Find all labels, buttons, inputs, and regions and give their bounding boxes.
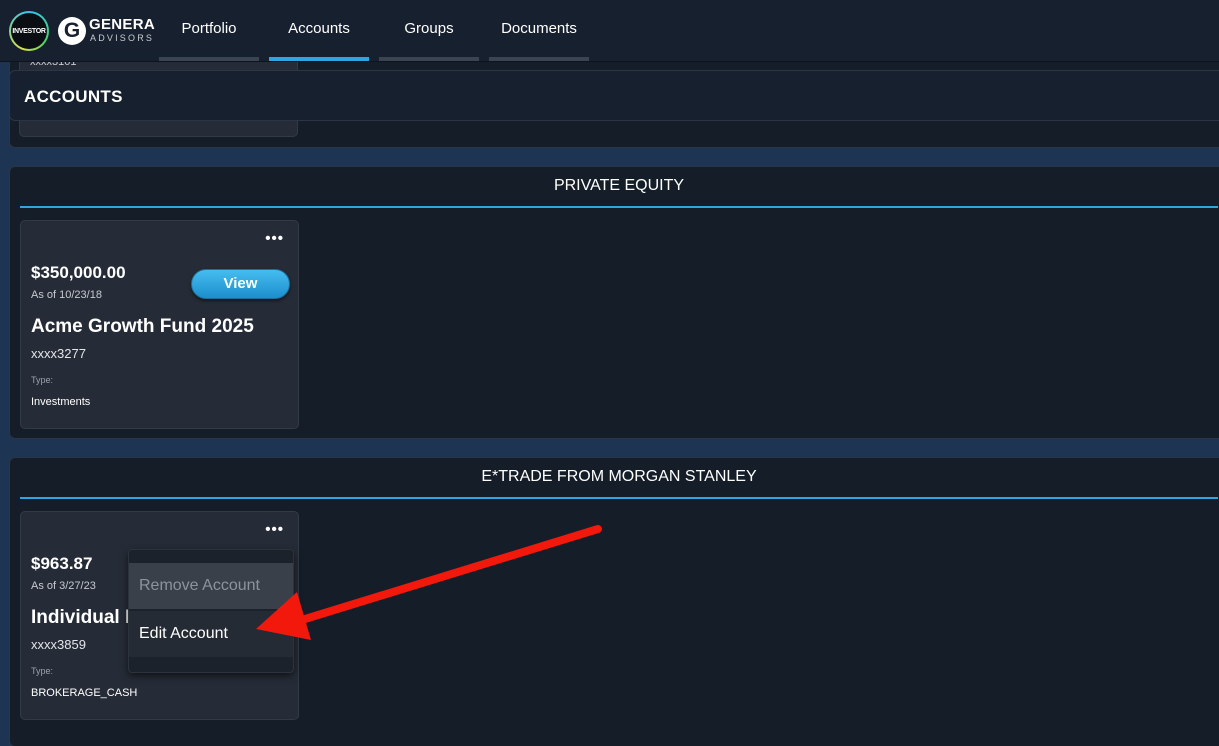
view-button[interactable]: View <box>191 269 290 299</box>
account-type-value: Investments <box>31 396 91 408</box>
accounts-header: ACCOUNTS <box>9 70 1219 121</box>
account-type-label: Type: <box>31 666 54 676</box>
top-nav-bar: INVESTOR G GENERA ADVISORS Portfolio Acc… <box>0 0 1219 62</box>
tab-accounts[interactable]: Accounts <box>269 0 369 62</box>
account-type-value: BROKERAGE_CASH <box>31 687 138 699</box>
account-type-label: Type: <box>31 375 54 385</box>
investor-badge-logo[interactable]: INVESTOR <box>9 11 49 51</box>
tab-portfolio[interactable]: Portfolio <box>159 0 259 62</box>
account-number: xxxx3277 <box>31 346 86 361</box>
balance-date: As of 3/27/23 <box>31 580 96 592</box>
edit-account-menu-item[interactable]: Edit Account <box>129 611 293 657</box>
account-card: ••• $350,000.00 As of 10/23/18 View Acme… <box>20 220 299 429</box>
group-panel-private-equity: PRIVATE EQUITY ••• $350,000.00 As of 10/… <box>9 166 1219 439</box>
group-title: PRIVATE EQUITY <box>20 167 1218 208</box>
tab-groups-label: Groups <box>404 20 454 37</box>
brand-name: GENERA <box>89 16 155 33</box>
investor-badge-text: INVESTOR <box>11 13 47 49</box>
account-name: Acme Growth Fund 2025 <box>31 316 254 337</box>
brand-subtitle: ADVISORS <box>90 33 155 43</box>
brand-logo-icon: G <box>58 17 86 45</box>
account-balance: $350,000.00 <box>31 263 126 282</box>
group-title: E*TRADE FROM MORGAN STANLEY <box>20 458 1218 499</box>
tab-documents-label: Documents <box>501 20 577 37</box>
tab-portfolio-label: Portfolio <box>181 20 237 37</box>
account-actions-menu: Remove Account Edit Account <box>128 549 294 673</box>
account-number: xxxx3859 <box>31 637 86 652</box>
tab-documents[interactable]: Documents <box>489 0 589 62</box>
tab-accounts-label: Accounts <box>288 20 350 37</box>
tab-underline <box>489 57 589 61</box>
tab-groups[interactable]: Groups <box>379 0 479 62</box>
tab-underline <box>159 57 259 61</box>
more-horizontal-icon[interactable]: ••• <box>265 521 284 538</box>
more-horizontal-icon[interactable]: ••• <box>265 230 284 247</box>
page-title: ACCOUNTS <box>24 87 123 106</box>
tab-active-underline <box>269 57 369 61</box>
account-balance: $963.87 <box>31 554 93 573</box>
balance-date: As of 10/23/18 <box>31 289 102 301</box>
tab-underline <box>379 57 479 61</box>
remove-account-menu-item[interactable]: Remove Account <box>129 563 293 609</box>
